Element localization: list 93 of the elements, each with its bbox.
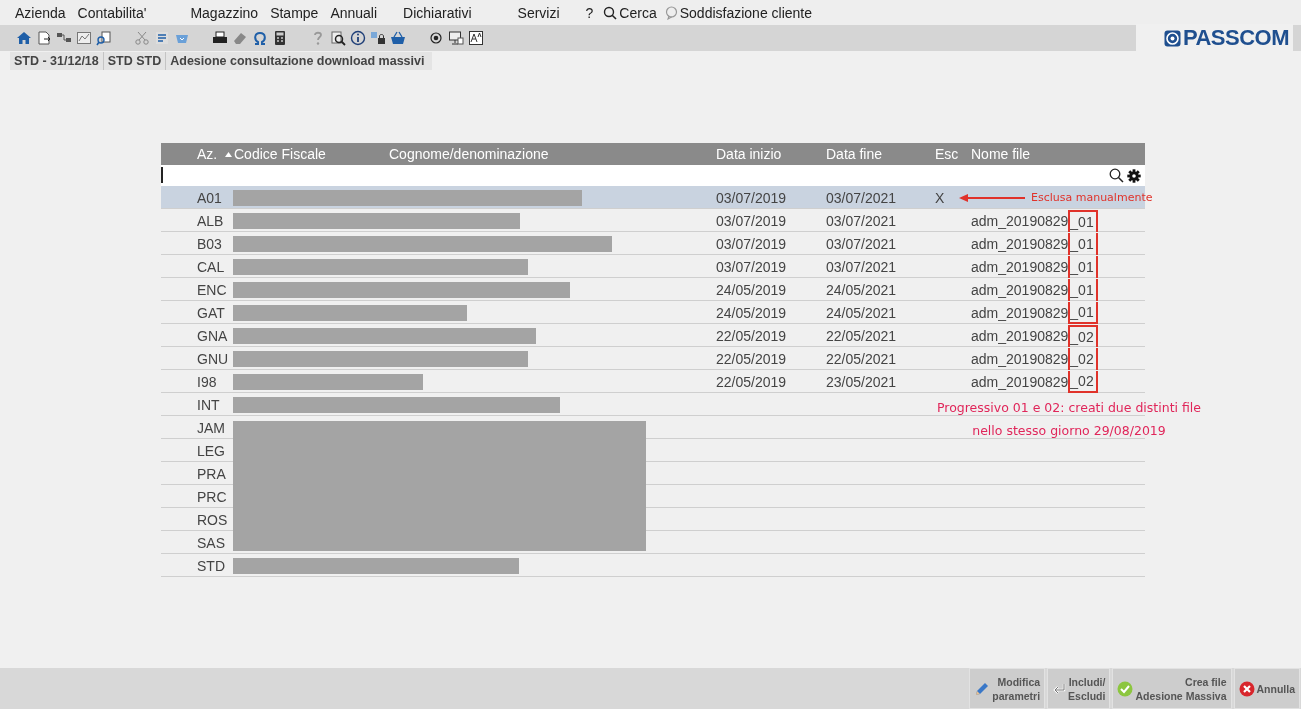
document-search-icon[interactable] <box>96 30 112 46</box>
table-cell-text: PRC <box>197 488 228 505</box>
table-cell-text: 03/07/2019 <box>716 212 788 229</box>
table-cell-text: CAL <box>197 258 226 275</box>
table-cell-text: B03 <box>197 235 223 252</box>
table-cell-text: 24/05/2019 <box>716 281 788 298</box>
file-name: adm_20190829 <box>971 212 1069 229</box>
file-name: adm_20190829 <box>971 258 1069 275</box>
table-cell-text: 03/07/2021 <box>826 189 898 206</box>
table-cell-text: 03/07/2021 <box>826 235 898 252</box>
close-icon <box>1238 680 1255 697</box>
menu-item[interactable]: Azienda <box>15 4 66 21</box>
basket-icon[interactable] <box>390 30 406 46</box>
check-circle-icon <box>1117 680 1134 697</box>
document-icon[interactable] <box>36 30 52 46</box>
magnifier-icon[interactable] <box>330 30 346 46</box>
annotation-text: nello stesso giorno 29/08/2019 <box>972 422 1166 439</box>
lock-icon[interactable] <box>370 30 386 46</box>
arrow-annotation <box>959 193 1025 202</box>
file-name: adm_20190829 <box>971 350 1069 367</box>
file-name: adm_20190829 <box>971 281 1069 298</box>
menu-item[interactable]: Magazzino <box>190 4 259 21</box>
font-size-icon[interactable] <box>468 30 484 46</box>
table-cell-text: 22/05/2019 <box>716 373 788 390</box>
action-button[interactable]: Modifica parametri <box>969 668 1046 709</box>
table-cell: GNA <box>197 327 229 344</box>
table-cell-text: SAS <box>197 534 226 551</box>
menu-item[interactable]: Stampe <box>270 4 319 21</box>
breadcrumb-item[interactable]: Adesione consultazione download massivi <box>166 52 433 70</box>
column-header-label: Codice Fiscale <box>234 146 326 162</box>
settings-icon[interactable] <box>1127 168 1141 183</box>
return-arrow-icon <box>1052 682 1067 695</box>
menu-item[interactable]: Contabilita' <box>77 4 147 21</box>
filter-field[interactable] <box>161 165 1145 186</box>
list-icon[interactable] <box>154 30 170 46</box>
table-cell-text: 22/05/2021 <box>826 350 898 367</box>
table-cell-text: 03/07/2021 <box>826 258 898 275</box>
breadcrumb-item[interactable]: STD - 31/12/18 <box>10 52 104 70</box>
chart-icon[interactable] <box>76 30 92 46</box>
table-cell-text: GAT <box>197 304 226 321</box>
action-button[interactable]: Annulla <box>1233 668 1300 709</box>
sort-ascending-icon <box>225 151 232 157</box>
calculator-icon[interactable] <box>272 30 288 46</box>
table-cell-text: 24/05/2021 <box>826 281 898 298</box>
table-cell-text: LEG <box>197 442 226 459</box>
table-cell-text: A01 <box>197 189 223 206</box>
table-cell-text: JAM <box>197 419 226 436</box>
search-icon[interactable] <box>1109 168 1125 183</box>
table-cell-text: 22/05/2021 <box>826 327 898 344</box>
action-button[interactable]: Crea file Adesione Massiva <box>1112 668 1232 709</box>
table-cell-text: 03/07/2019 <box>716 235 788 252</box>
satisfaction-menu[interactable]: Soddisfazione cliente <box>664 4 813 21</box>
monitor-icon[interactable] <box>448 30 464 46</box>
omega-icon[interactable] <box>252 30 268 46</box>
printer-icon[interactable] <box>212 30 228 46</box>
help-menu[interactable]: ? <box>585 4 594 21</box>
table-cell-text: ALB <box>197 212 225 229</box>
logo-emblem-icon <box>1163 29 1181 47</box>
menu-item[interactable]: Dichiarativi <box>403 4 472 21</box>
table-cell-text: 03/07/2021 <box>826 212 898 229</box>
search-menu[interactable]: Cerca <box>603 4 657 21</box>
search-icon <box>603 5 618 20</box>
radio-icon[interactable] <box>428 30 444 46</box>
table-cell-text: ENC <box>197 281 228 298</box>
table-cell-text: 24/05/2019 <box>716 304 788 321</box>
home-icon[interactable] <box>16 30 32 46</box>
table-cell-text: 03/07/2019 <box>716 189 788 206</box>
file-name: adm_20190829 <box>971 235 1069 252</box>
action-button[interactable]: Includi/ Escludi <box>1047 668 1111 709</box>
speech-bubble-icon <box>664 5 678 20</box>
menu-item[interactable]: Annuali <box>330 4 378 21</box>
table-cell-text: I98 <box>197 373 218 390</box>
table-cell: ROS <box>197 511 229 528</box>
table-cell-text: 03/07/2019 <box>716 258 788 275</box>
table-cell-text: 24/05/2021 <box>826 304 898 321</box>
table-cell-text: STD <box>197 557 226 574</box>
file-name: adm_20190829 <box>971 327 1069 344</box>
pencil-icon <box>974 680 991 697</box>
table-cell-text: PRA <box>197 465 227 482</box>
file-name: adm_20190829 <box>971 304 1069 321</box>
info-icon[interactable] <box>350 30 366 46</box>
table-cell: GNU <box>197 350 229 367</box>
table-cell-text: 23/05/2021 <box>826 373 898 390</box>
table-cell-text: INT <box>197 396 221 413</box>
table-cell-text: X <box>935 189 946 206</box>
table-cell-text: 22/05/2019 <box>716 350 788 367</box>
breadcrumb-item[interactable]: STD STD <box>103 52 167 70</box>
annotation-text: Progressivo 01 e 02: creati due distinti file <box>937 399 1201 416</box>
table-cell-text: 22/05/2019 <box>716 327 788 344</box>
logo-text: PASSCOM <box>1182 25 1289 51</box>
annotation-text: Esclusa manualmente <box>1031 191 1153 204</box>
menu-item[interactable]: Servizi <box>517 4 560 21</box>
file-name: adm_20190829 <box>971 373 1069 390</box>
